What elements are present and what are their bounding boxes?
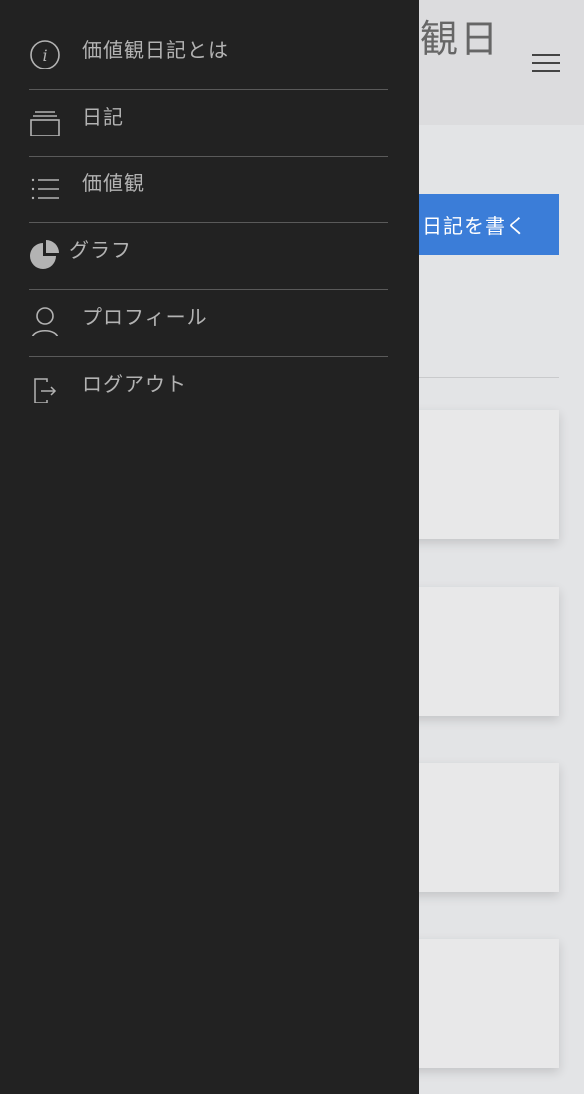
menu-line-icon bbox=[532, 62, 560, 64]
divider bbox=[29, 356, 388, 357]
list-icon bbox=[31, 178, 59, 200]
diary-card[interactable] bbox=[404, 763, 559, 892]
nav-item-logout[interactable]: ログアウト bbox=[29, 358, 388, 424]
write-diary-button[interactable]: 日記を書く bbox=[404, 194, 559, 255]
person-icon bbox=[32, 307, 58, 336]
menu-line-icon bbox=[532, 54, 560, 56]
nav-item-profile[interactable]: プロフィール bbox=[29, 291, 388, 357]
divider bbox=[404, 377, 559, 378]
logout-icon bbox=[34, 378, 57, 403]
nav-item-label: 日記 bbox=[82, 105, 124, 129]
nav-item-label: 価値観 bbox=[82, 171, 145, 195]
diary-card[interactable] bbox=[404, 939, 559, 1068]
info-icon: i bbox=[30, 40, 60, 69]
nav-item-values[interactable]: 価値観 bbox=[29, 157, 388, 223]
nav-item-diary[interactable]: 日記 bbox=[29, 91, 388, 157]
nav-item-about[interactable]: i 価値観日記とは bbox=[29, 24, 388, 90]
menu-line-icon bbox=[532, 70, 560, 72]
nav-item-graph[interactable]: グラフ bbox=[29, 224, 388, 290]
diary-card[interactable] bbox=[404, 410, 559, 539]
pie-chart-icon bbox=[30, 240, 59, 269]
divider bbox=[29, 222, 388, 223]
hamburger-menu-button[interactable] bbox=[528, 48, 564, 78]
navigation-drawer: i 価値観日記とは 日記 価値観 グラフ プロフィール ログアウト bbox=[0, 0, 419, 1094]
diary-card[interactable] bbox=[404, 587, 559, 716]
folder-stack-icon bbox=[30, 111, 60, 136]
nav-item-label: グラフ bbox=[69, 238, 132, 262]
divider bbox=[29, 289, 388, 290]
nav-item-label: 価値観日記とは bbox=[82, 38, 229, 62]
nav-item-label: ログアウト bbox=[82, 372, 187, 396]
svg-text:i: i bbox=[42, 46, 47, 65]
divider bbox=[29, 89, 388, 90]
page-title: 観日 bbox=[420, 17, 501, 61]
nav-item-label: プロフィール bbox=[82, 305, 208, 329]
